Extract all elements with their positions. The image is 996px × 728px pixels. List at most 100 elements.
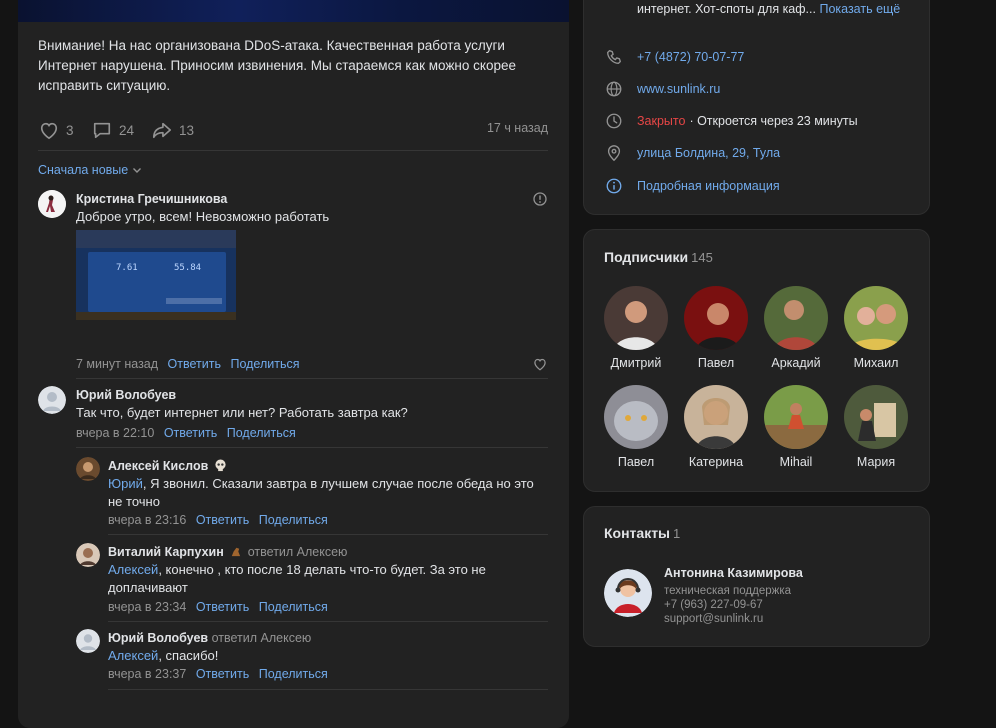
heart-icon [40, 122, 58, 140]
contact-avatar[interactable] [604, 569, 652, 617]
avatar[interactable] [76, 543, 100, 567]
like-count: 3 [66, 122, 74, 138]
location-pin-icon [607, 145, 621, 162]
subscriber-name: Павел [697, 356, 735, 370]
share-button[interactable]: 13 [151, 119, 194, 141]
mention-link[interactable]: Алексей [108, 562, 158, 577]
post-time[interactable]: 17 ч назад [487, 121, 548, 135]
show-more-link[interactable]: Показать ещё [819, 2, 900, 16]
comment-time[interactable]: вчера в 23:37 [108, 667, 186, 681]
comment-count: 24 [119, 122, 135, 138]
hours-row[interactable]: Закрыто · Откроется через 23 минуты [604, 111, 858, 131]
reply-button[interactable]: Ответить [196, 600, 249, 614]
reply-button[interactable]: Ответить [196, 667, 249, 681]
divider [108, 689, 548, 690]
mention-link[interactable]: Алексей [108, 648, 158, 663]
subscriber-avatar [604, 385, 668, 449]
replied-to[interactable]: ответил Алексею [248, 545, 348, 559]
contact-email[interactable]: support@sunlink.ru [664, 612, 791, 626]
like-button[interactable]: 3 [38, 119, 74, 141]
heart-icon[interactable] [532, 357, 548, 371]
subscriber-name: Катерина [688, 455, 744, 469]
contacts-title[interactable]: Контакты 1 [604, 525, 680, 541]
sort-label: Сначала новые [38, 163, 129, 177]
address-link[interactable]: улица Болдина, 29, Тула [637, 146, 780, 160]
chevron-down-icon [133, 168, 142, 173]
more-info-link[interactable]: Подробная информация [637, 179, 780, 193]
subscriber[interactable]: Дмитрий [596, 286, 676, 370]
subscriber-avatar [764, 385, 828, 449]
subscriber[interactable]: Михаил [836, 286, 916, 370]
phone-row[interactable]: +7 (4872) 70-07-77 [604, 47, 744, 67]
report-icon[interactable] [533, 192, 547, 206]
contact-name[interactable]: Антонина Казимирова [664, 566, 803, 580]
comment-meta: вчера в 23:16 Ответить Поделиться [108, 513, 334, 527]
comment-time[interactable]: вчера в 22:10 [76, 426, 154, 440]
reply-button[interactable]: Ответить [196, 513, 249, 527]
comment-time[interactable]: вчера в 23:34 [108, 600, 186, 614]
subscriber[interactable]: Павел [676, 286, 756, 370]
subscriber-name: Мария [856, 455, 896, 469]
comment-author[interactable]: Юрий Волобуев ответил Алексею [108, 631, 311, 645]
comment-attachment-photo[interactable]: 7.61 55.84 [76, 230, 236, 320]
subscriber[interactable]: Аркадий [756, 286, 836, 370]
comment-body: , конечно , кто после 18 делать что-то б… [108, 562, 486, 595]
comment-sort-dropdown[interactable]: Сначала новые [38, 163, 142, 177]
post-image[interactable] [18, 0, 569, 22]
avatar[interactable] [38, 386, 66, 414]
comment-time[interactable]: 7 минут назад [76, 357, 158, 371]
subscriber[interactable]: Мария [836, 385, 916, 469]
more-info-row[interactable]: Подробная информация [604, 176, 780, 196]
website-link[interactable]: www.sunlink.ru [637, 82, 720, 96]
subscribers-title[interactable]: Подписчики 145 [604, 249, 713, 265]
mention-link[interactable]: Юрий [108, 476, 143, 491]
contact-phone[interactable]: +7 (963) 227-09-67 [664, 598, 791, 612]
divider [108, 621, 548, 622]
contact-role: техническая поддержка [664, 585, 791, 597]
website-row[interactable]: www.sunlink.ru [604, 79, 720, 99]
comment-time[interactable]: вчера в 23:16 [108, 513, 186, 527]
status-closed: Закрыто [637, 114, 686, 128]
share-comment-button[interactable]: Поделиться [259, 600, 328, 614]
comment-author-name: Виталий Карпухин [108, 545, 224, 559]
avatar[interactable] [76, 457, 100, 481]
avatar[interactable] [38, 190, 66, 218]
reply-button[interactable]: Ответить [168, 357, 221, 371]
comment-body: , спасибо! [158, 648, 219, 663]
subscriber-avatar [844, 286, 908, 350]
phone-number[interactable]: +7 (4872) 70-07-77 [637, 50, 744, 64]
share-comment-button[interactable]: Поделиться [259, 513, 328, 527]
share-comment-button[interactable]: Поделиться [230, 357, 299, 371]
subscriber-avatar [684, 286, 748, 350]
share-comment-button[interactable]: Поделиться [227, 426, 296, 440]
skull-emoji-icon [215, 459, 226, 472]
address-row[interactable]: улица Болдина, 29, Тула [604, 143, 780, 163]
subscriber[interactable]: Павел [596, 385, 676, 469]
subscribers-card: Подписчики 145 Дмитрий Павел Аркадий Миха… [583, 229, 930, 492]
share-comment-button[interactable]: Поделиться [259, 667, 328, 681]
subscriber-avatar [604, 286, 668, 350]
avatar[interactable] [76, 629, 100, 653]
contact-details: техническая поддержка +7 (963) 227-09-67… [664, 584, 791, 626]
community-description: интернет. Хот-споты для каф... Показать … [637, 1, 907, 17]
contacts-title-text: Контакты [604, 525, 671, 541]
replied-to[interactable]: ответил Алексею [212, 631, 312, 645]
divider [108, 534, 548, 535]
comment-button[interactable]: 24 [91, 119, 134, 141]
subscriber[interactable]: Mihail [756, 385, 836, 469]
contacts-card: Контакты 1 Антонина Казимирова техническа… [583, 506, 930, 647]
comment-author-name: Алексей Кислов [108, 459, 209, 473]
subscriber[interactable]: Катерина [676, 385, 756, 469]
comment-text: Так что, будет интернет или нет? Работат… [76, 405, 408, 420]
comment-author[interactable]: Кристина Гречишникова [76, 192, 227, 206]
reply-button[interactable]: Ответить [164, 426, 217, 440]
comment-meta: 7 минут назад Ответить Поделиться [76, 357, 305, 371]
comment-author[interactable]: Виталий Карпухин ответил Алексею [108, 545, 347, 559]
community-info-card: интернет. Хот-споты для каф... Показать … [583, 0, 930, 215]
comment-author[interactable]: Алексей Кислов [108, 459, 227, 473]
comment-author[interactable]: Юрий Волобуев [76, 388, 176, 402]
info-icon [606, 178, 622, 194]
comment-meta: вчера в 23:34 Ответить Поделиться [108, 600, 334, 614]
subscriber-name: Дмитрий [610, 356, 662, 370]
subscribers-count: 145 [691, 250, 713, 265]
